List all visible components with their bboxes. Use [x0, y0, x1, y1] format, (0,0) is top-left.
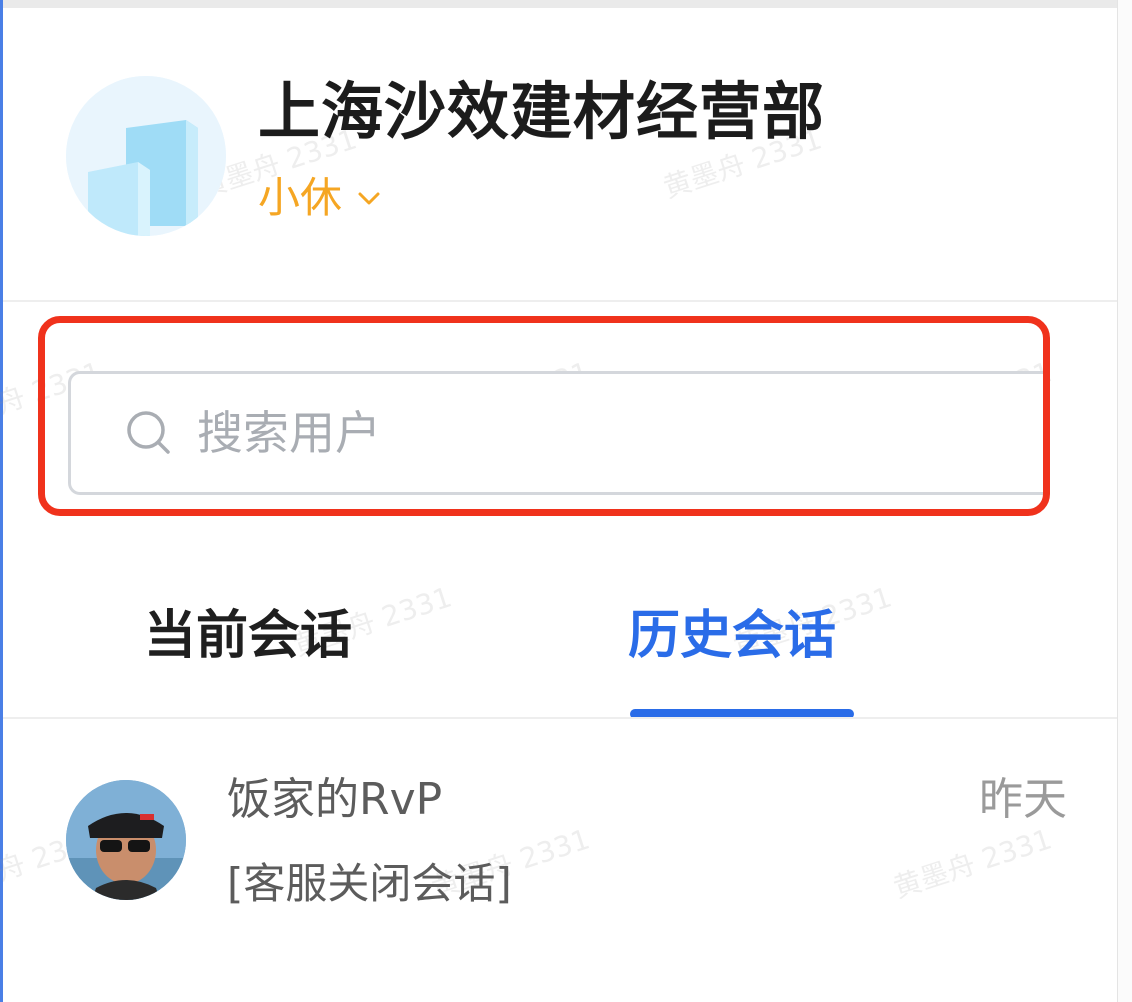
- avatar: [66, 780, 186, 900]
- conversation-item[interactable]: 饭家的RvP [客服关闭会话] 昨天: [3, 740, 1117, 940]
- chat-sidebar: 黄墨舟 2331 黄墨舟 2331 黄墨舟 2331 黄墨舟 2331 黄墨舟 …: [0, 0, 1132, 1002]
- header-divider: [3, 300, 1117, 302]
- tabs-divider: [3, 717, 1117, 719]
- user-avatar-icon: [66, 780, 186, 900]
- tab-history-sessions[interactable]: 历史会话: [628, 596, 836, 676]
- shop-name: 上海沙效建材经营部: [258, 75, 826, 148]
- shop-logo: [66, 76, 226, 236]
- status-label: 小休: [258, 173, 343, 222]
- search-highlight-box: [38, 316, 1050, 516]
- conversation-name: 饭家的RvP: [227, 774, 443, 825]
- top-border: [0, 0, 1132, 8]
- building-icon: [66, 76, 226, 236]
- chevron-down-icon: [358, 192, 380, 205]
- scroll-gutter[interactable]: [1118, 0, 1132, 1002]
- conversation-time: 昨天: [979, 774, 1067, 825]
- status-dropdown[interactable]: 小休: [258, 168, 384, 228]
- tab-current-sessions[interactable]: 当前会话: [144, 596, 352, 676]
- conversation-preview: [客服关闭会话]: [227, 859, 512, 908]
